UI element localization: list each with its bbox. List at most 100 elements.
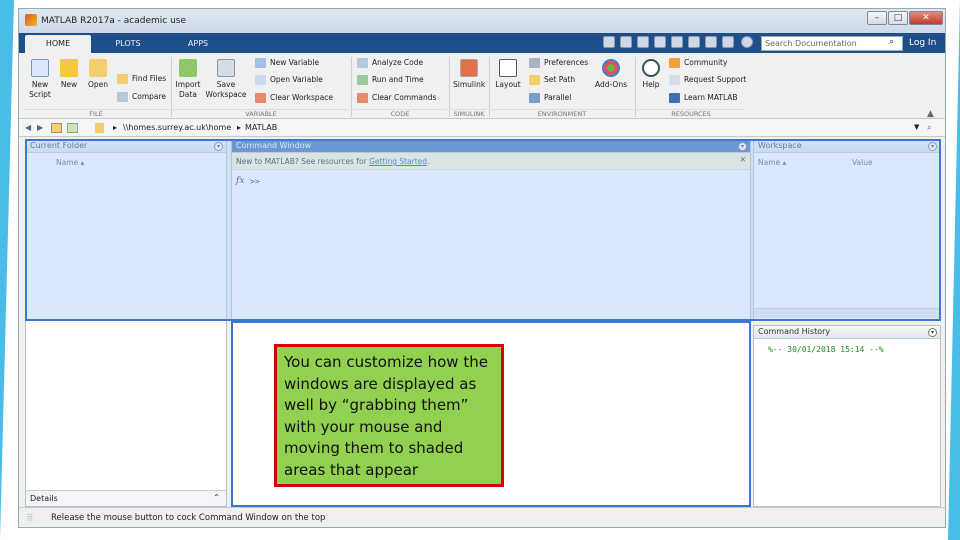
- search-icon[interactable]: ⌕: [889, 37, 894, 47]
- title-bar: MATLAB R2017a - academic use – □ ✕: [19, 9, 945, 33]
- find-files-button[interactable]: Find Files: [117, 74, 166, 84]
- group-label-environment: ENVIRONMENT: [491, 109, 633, 119]
- path-dropdown-icon[interactable]: ▼: [914, 123, 919, 131]
- simulink-icon: [460, 59, 478, 77]
- dock-shaded-area: [25, 139, 941, 321]
- annotation-callout: You can customize how the windows are di…: [274, 344, 504, 487]
- command-history-title: Command History: [758, 327, 831, 336]
- quick-access-icon[interactable]: [603, 36, 615, 48]
- save-workspace-label: Save Workspace: [205, 80, 247, 99]
- help-icon[interactable]: [741, 36, 753, 48]
- status-bar: ⦙⦙⦙ Release the mouse button to cock Com…: [19, 507, 945, 527]
- add-ons-icon: [602, 59, 620, 77]
- window-title: MATLAB R2017a - academic use: [41, 16, 187, 26]
- help-button[interactable]: Help: [639, 59, 663, 90]
- ribbon-tabbar: HOME PLOTS APPS Search Documentation ⌕ L…: [19, 33, 945, 53]
- matlab-logo-icon: [25, 14, 37, 26]
- clear-commands-button[interactable]: Clear Commands: [357, 93, 436, 103]
- analyze-code-button[interactable]: Analyze Code: [357, 58, 423, 68]
- group-label-resources: RESOURCES: [637, 109, 745, 119]
- back-arrow-icon[interactable]: ◀: [25, 123, 31, 132]
- paste-icon[interactable]: [671, 36, 683, 48]
- preferences-button[interactable]: Preferences: [529, 58, 588, 68]
- new-label: New: [60, 80, 78, 89]
- new-script-button[interactable]: New Script: [25, 59, 55, 100]
- separator: [171, 57, 172, 117]
- details-pane-header[interactable]: Details ⌃: [26, 490, 226, 506]
- separator: [489, 57, 490, 117]
- layout-label: Layout: [495, 80, 521, 89]
- import-data-button[interactable]: Import Data: [173, 59, 203, 100]
- switch-windows-icon[interactable]: [722, 36, 734, 48]
- details-collapse-icon[interactable]: ⌃: [213, 493, 220, 502]
- separator: [351, 57, 352, 117]
- open-label: Open: [87, 80, 109, 89]
- add-ons-button[interactable]: Add-Ons: [593, 59, 629, 90]
- new-variable-button[interactable]: New Variable: [255, 58, 319, 68]
- details-label: Details: [30, 494, 58, 503]
- group-label-variable: VARIABLE: [173, 109, 349, 119]
- run-and-time-button[interactable]: Run and Time: [357, 75, 424, 85]
- request-support-button[interactable]: Request Support: [669, 75, 747, 85]
- save-workspace-icon: [217, 59, 235, 77]
- new-script-label: New Script: [29, 80, 51, 99]
- path-separator-icon: ▸: [113, 123, 118, 132]
- forward-arrow-icon[interactable]: ▶: [37, 123, 43, 132]
- group-label-code: CODE: [353, 109, 447, 119]
- save-icon[interactable]: [620, 36, 632, 48]
- new-button[interactable]: New: [57, 59, 81, 90]
- import-data-label: Import Data: [175, 80, 201, 99]
- help-label: Help: [642, 80, 660, 89]
- path-separator-icon: ▸: [237, 123, 242, 132]
- add-ons-label: Add-Ons: [595, 80, 627, 89]
- path-segment-matlab[interactable]: MATLAB: [245, 123, 277, 132]
- history-entry[interactable]: %-- 30/01/2018 15:14 --%: [768, 345, 884, 354]
- ribbon-toolstrip: New Script New Open Find Files Compare F…: [19, 53, 945, 119]
- search-documentation-input[interactable]: Search Documentation: [761, 36, 903, 51]
- tab-apps[interactable]: APPS: [165, 35, 231, 53]
- browse-folder-icon[interactable]: [67, 123, 78, 133]
- new-script-icon: [31, 59, 49, 77]
- tab-plots[interactable]: PLOTS: [95, 35, 161, 53]
- status-grip-icon: ⦙⦙⦙: [27, 513, 33, 523]
- parallel-button[interactable]: Parallel: [529, 93, 571, 103]
- layout-icon: [499, 59, 517, 77]
- undo-icon[interactable]: [688, 36, 700, 48]
- import-data-icon: [179, 59, 197, 77]
- open-variable-button[interactable]: Open Variable: [255, 75, 323, 85]
- help-question-icon: [642, 59, 660, 77]
- status-text: Release the mouse button to cock Command…: [51, 513, 326, 523]
- new-plus-icon: [60, 59, 78, 77]
- copy-icon[interactable]: [654, 36, 666, 48]
- cut-icon[interactable]: [637, 36, 649, 48]
- separator: [635, 57, 636, 117]
- set-path-button[interactable]: Set Path: [529, 75, 575, 85]
- simulink-button[interactable]: Simulink: [453, 59, 485, 90]
- group-label-file: FILE: [23, 109, 169, 119]
- learn-matlab-button[interactable]: Learn MATLAB: [669, 93, 738, 103]
- log-in-link[interactable]: Log In: [909, 36, 936, 51]
- folder-icon: [95, 123, 104, 133]
- address-bar: ◀ ▶ ▸ \\homes.surrey.ac.uk\home ▸ MATLAB…: [19, 119, 945, 137]
- close-button[interactable]: ✕: [909, 11, 943, 25]
- slide-decoration-left: [0, 0, 14, 540]
- panel-menu-icon[interactable]: ▾: [928, 328, 937, 337]
- up-folder-icon[interactable]: [51, 123, 62, 133]
- open-button[interactable]: Open: [85, 59, 111, 90]
- separator: [449, 57, 450, 117]
- clear-workspace-button[interactable]: Clear Workspace: [255, 93, 333, 103]
- simulink-label: Simulink: [453, 80, 486, 89]
- compare-button[interactable]: Compare: [117, 92, 166, 102]
- path-segment-home[interactable]: \\homes.surrey.ac.uk\home: [123, 123, 231, 132]
- community-button[interactable]: Community: [669, 58, 727, 68]
- command-history-panel: Command History ▾ %-- 30/01/2018 15:14 -…: [753, 325, 941, 507]
- collapse-ribbon-icon[interactable]: ▲: [927, 109, 934, 119]
- redo-icon[interactable]: [705, 36, 717, 48]
- tab-home[interactable]: HOME: [25, 35, 91, 53]
- folder-search-icon[interactable]: ⌕: [927, 123, 931, 133]
- group-label-simulink: SIMULINK: [451, 109, 487, 119]
- save-workspace-button[interactable]: Save Workspace: [205, 59, 247, 100]
- maximize-button[interactable]: □: [888, 11, 908, 25]
- minimize-button[interactable]: –: [867, 11, 887, 25]
- layout-button[interactable]: Layout: [493, 59, 523, 90]
